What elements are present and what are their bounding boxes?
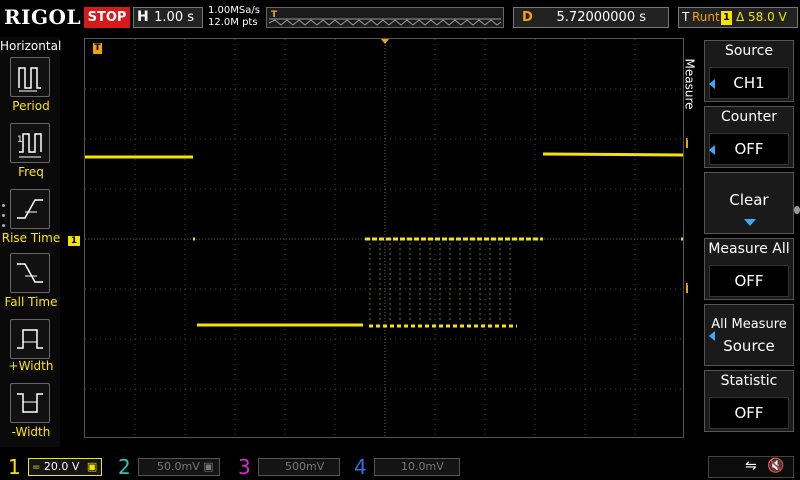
- statistic-label: Statistic: [720, 373, 778, 389]
- ch2-scale-box[interactable]: 50.0mV ▣: [138, 458, 220, 476]
- clear-down-arrow-icon: [744, 219, 756, 226]
- ch4-scale: 10.0mV: [401, 460, 444, 473]
- freq-icon: 1: [17, 133, 42, 158]
- ch3-number[interactable]: 3: [238, 455, 251, 479]
- counter-button[interactable]: Counter OFF: [704, 106, 794, 168]
- counter-value: OFF: [709, 133, 789, 165]
- usb-icon: ⇋: [745, 458, 757, 474]
- fall-time-icon: [17, 263, 43, 283]
- memory-depth: 12.0M pts: [208, 17, 258, 28]
- ch2-bandwidth-icon: ▣: [203, 460, 214, 473]
- measure-tab: Measure: [683, 37, 704, 177]
- memory-overview-icon: T: [267, 8, 503, 27]
- speaker-mute-icon[interactable]: 🔇: [767, 458, 784, 474]
- trigger-type-label: T: [682, 10, 690, 24]
- ch2-scale: 50.0mV: [157, 460, 200, 473]
- ch1-scale: 20.0 V: [43, 460, 80, 473]
- positive-width-icon: [17, 329, 43, 349]
- source-button[interactable]: Source CH1: [704, 40, 794, 102]
- ch1-offset-marker[interactable]: 1: [68, 236, 80, 246]
- ch1-trace: [85, 152, 684, 328]
- waveform-display[interactable]: [84, 38, 684, 438]
- system-status-box: ⇋ 🔇: [708, 456, 794, 478]
- fall-time-button[interactable]: [10, 253, 50, 293]
- rise-time-label: Rise Time: [1, 231, 61, 245]
- ch1-trace-transitions: [369, 243, 511, 322]
- clear-button[interactable]: Clear: [704, 172, 794, 234]
- timebase-value: 1.00 s: [154, 10, 194, 25]
- rise-time-icon: [17, 199, 43, 219]
- negative-width-button[interactable]: [10, 383, 50, 423]
- delay-box[interactable]: D 5.72000000 s: [513, 7, 669, 28]
- source-arrow-icon: [709, 79, 715, 89]
- all-measure-source-button[interactable]: All Measure Source: [704, 304, 794, 366]
- rigol-logo: RIGOL: [4, 5, 82, 29]
- negative-width-icon: [17, 393, 43, 413]
- measure-all-button[interactable]: Measure All OFF: [704, 238, 794, 300]
- run-stop-status[interactable]: STOP: [84, 7, 130, 28]
- delay-value: 5.72000000 s: [556, 10, 646, 25]
- ch1-coupling-icon: =: [32, 462, 41, 473]
- period-label: Period: [12, 99, 50, 113]
- menu-title: Horizontal: [0, 39, 62, 53]
- horizontal-label: H: [137, 9, 149, 25]
- trigger-box[interactable]: T Runt 1 Δ 58.0 V: [678, 7, 798, 28]
- source-value: CH1: [709, 67, 789, 99]
- delay-label: D: [522, 10, 533, 25]
- waveform-canvas: [85, 39, 684, 437]
- all-measure-arrow-icon: [709, 331, 715, 341]
- source-label: Source: [724, 43, 774, 59]
- statistic-value: OFF: [709, 397, 789, 429]
- trigger-position-marker: T: [93, 43, 102, 54]
- all-measure-label: All Measure: [711, 317, 787, 332]
- fall-time-label: Fall Time: [4, 295, 58, 309]
- ch1-scale-box[interactable]: = 20.0 V ▣: [28, 458, 102, 476]
- ch2-number[interactable]: 2: [118, 455, 131, 479]
- sample-rate: 1.00MSa/s: [208, 5, 260, 16]
- measure-all-value: OFF: [709, 265, 789, 297]
- measure-all-label: Measure All: [708, 241, 790, 257]
- trigger-source-badge: 1: [721, 11, 732, 25]
- acquisition-info: 1.00MSa/s 12.0M pts: [208, 5, 260, 29]
- ch1-bandwidth-icon: ▣: [86, 460, 98, 473]
- menu-scroll-indicator: [794, 206, 800, 214]
- negative-width-label: -Width: [11, 425, 51, 439]
- counter-arrow-icon: [709, 145, 715, 155]
- ch3-scale: 500mV: [285, 460, 325, 473]
- ch4-scale-box[interactable]: 10.0mV: [374, 458, 460, 476]
- svg-text:1: 1: [17, 135, 23, 145]
- trigger-status: Runt: [692, 10, 720, 24]
- all-measure-value: Source: [723, 337, 775, 355]
- menu-page-dots: [2, 204, 6, 234]
- measure-tab-label: Measure: [682, 58, 697, 110]
- ch3-scale-box[interactable]: 500mV: [258, 458, 340, 476]
- trigger-level: Δ 58.0 V: [736, 10, 787, 24]
- ch1-number[interactable]: 1: [8, 455, 21, 479]
- statistic-button[interactable]: Statistic OFF: [704, 370, 794, 432]
- memory-position-strip[interactable]: T: [266, 7, 504, 28]
- trigger-position-arrow: [381, 39, 389, 44]
- ch4-number[interactable]: 4: [354, 455, 367, 479]
- period-button[interactable]: [10, 57, 50, 97]
- period-icon: [18, 67, 41, 92]
- timebase-box[interactable]: H 1.00 s: [133, 7, 203, 28]
- freq-button[interactable]: 1: [10, 123, 50, 163]
- clear-label: Clear: [729, 191, 769, 209]
- top-bar: RIGOL STOP H 1.00 s 1.00MSa/s 12.0M pts …: [0, 0, 800, 36]
- counter-label: Counter: [721, 109, 777, 125]
- positive-width-label: +Width: [8, 359, 54, 373]
- horizontal-measure-menu: Horizontal Period 1 Freq Rise Time Fall …: [0, 37, 62, 447]
- positive-width-button[interactable]: [10, 319, 50, 359]
- freq-label: Freq: [18, 165, 44, 179]
- rise-time-button[interactable]: [10, 189, 50, 229]
